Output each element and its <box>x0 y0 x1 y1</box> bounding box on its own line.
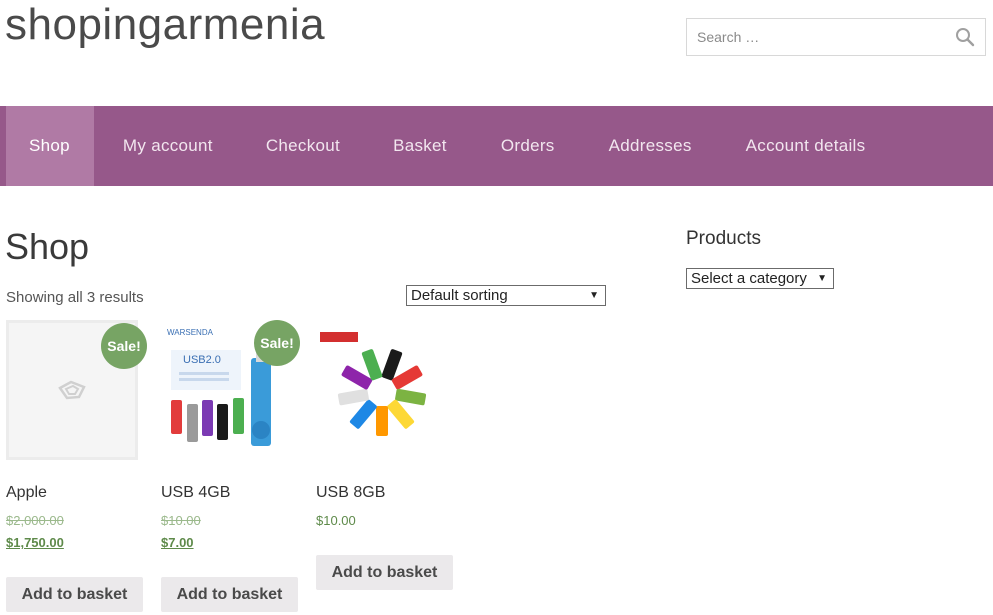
nav-item-label: Checkout <box>265 136 341 155</box>
nav-item-orders[interactable]: Orders <box>474 106 582 186</box>
result-count: Showing all 3 results <box>6 289 144 306</box>
sorting-selected: Default sorting <box>411 287 508 304</box>
search-icon[interactable] <box>955 27 975 47</box>
dropdown-arrow-icon: ▼ <box>589 290 599 301</box>
add-to-basket-button[interactable]: Add to basket <box>6 577 143 612</box>
product-image-link[interactable]: Sale! <box>6 320 147 460</box>
nav-item-label: Basket <box>393 136 447 155</box>
product-name[interactable]: USB 4GB <box>161 484 230 502</box>
primary-navigation: Shop My account Checkout Basket Orders A… <box>0 106 993 186</box>
add-to-basket-button[interactable]: Add to basket <box>316 555 453 590</box>
nav-item-basket[interactable]: Basket <box>366 106 474 186</box>
image-placeholder-icon <box>58 380 86 400</box>
page-title: Shop <box>5 226 90 267</box>
product-card: WARSENDA USB2.0 Sale! USB 4GB $10.00 $7.… <box>161 320 301 612</box>
nav-item-addresses[interactable]: Addresses <box>582 106 719 186</box>
category-selected: Select a category <box>691 270 807 287</box>
add-to-basket-button[interactable]: Add to basket <box>161 577 298 612</box>
product-sale-price: $1,750.00 <box>6 535 64 550</box>
product-name[interactable]: USB 8GB <box>316 484 385 502</box>
usb-drives-image <box>316 320 448 460</box>
product-image-link[interactable] <box>316 320 448 460</box>
svg-text:WARSENDA: WARSENDA <box>167 328 214 337</box>
nav-item-label: Orders <box>500 136 555 155</box>
search-field[interactable] <box>686 18 986 56</box>
nav-item-checkout[interactable]: Checkout <box>240 106 366 186</box>
product-sale-price: $7.00 <box>161 535 194 550</box>
dropdown-arrow-icon: ▼ <box>817 273 827 284</box>
product-old-price: $2,000.00 <box>6 513 64 528</box>
widget-title: Products <box>686 228 761 249</box>
nav-item-label: Shop <box>29 136 70 155</box>
product-price: $10.00 <box>316 513 356 528</box>
product-image-link[interactable]: WARSENDA USB2.0 Sale! <box>161 320 300 460</box>
product-old-price: $10.00 <box>161 513 201 528</box>
product-card: USB 8GB $10.00 Add to basket <box>316 320 456 590</box>
nav-item-account-details[interactable]: Account details <box>719 106 893 186</box>
category-select[interactable]: Select a category ▼ <box>686 268 834 289</box>
product-name[interactable]: Apple <box>6 484 47 502</box>
sorting-select[interactable]: Default sorting ▼ <box>406 285 606 306</box>
product-card: Sale! Apple $2,000.00 $1,750.00 Add to b… <box>6 320 147 612</box>
nav-item-label: Account details <box>745 136 866 155</box>
nav-item-shop[interactable]: Shop <box>6 106 94 186</box>
nav-item-label: My account <box>122 136 213 155</box>
nav-item-my-account[interactable]: My account <box>94 106 240 186</box>
search-input[interactable] <box>687 19 937 55</box>
sale-badge: Sale! <box>101 323 147 369</box>
site-title[interactable]: shopingarmenia <box>5 0 325 50</box>
sale-badge: Sale! <box>254 320 300 366</box>
nav-item-label: Addresses <box>608 136 692 155</box>
svg-text:USB2.0: USB2.0 <box>183 354 221 366</box>
